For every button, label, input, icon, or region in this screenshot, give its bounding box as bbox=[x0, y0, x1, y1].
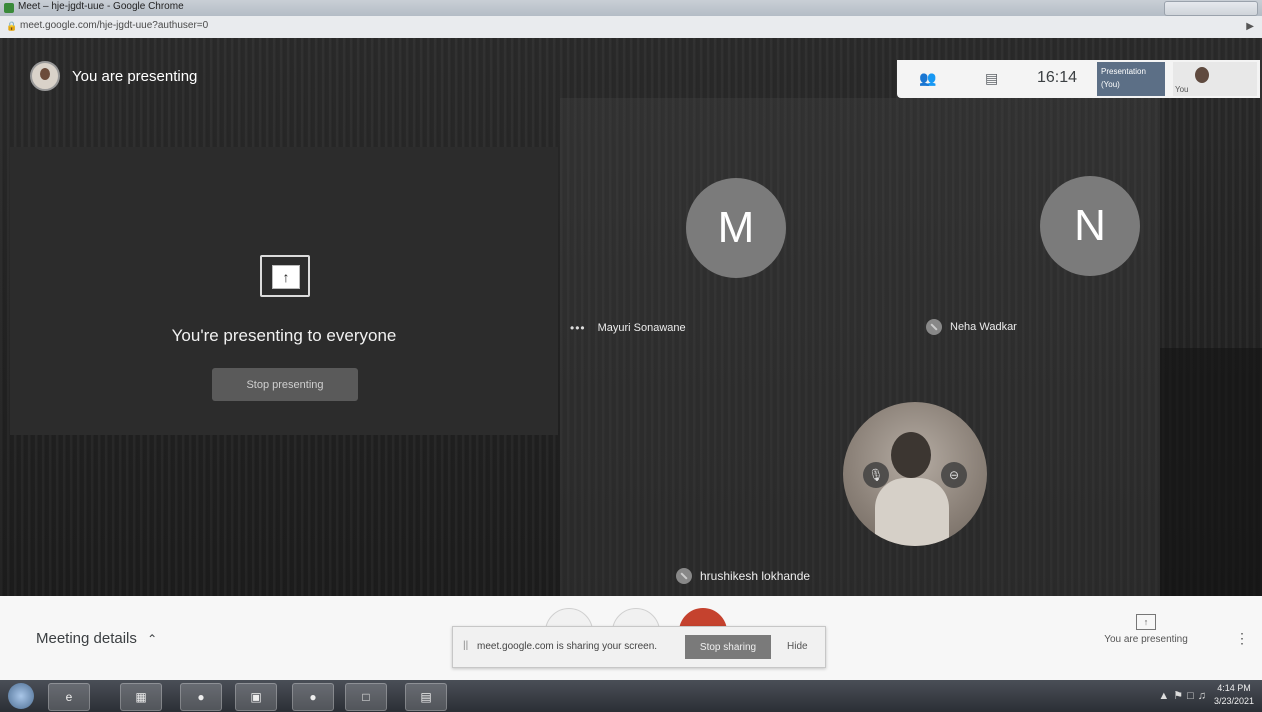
screen-share-notification: || meet.google.com is sharing your scree… bbox=[452, 626, 826, 668]
presenting-title: You are presenting bbox=[72, 67, 198, 85]
more-options-icon[interactable]: ••• bbox=[570, 321, 586, 335]
present-screen-icon: ↑ bbox=[260, 255, 310, 297]
mic-off-icon bbox=[926, 319, 942, 335]
presentation-thumbnail[interactable]: Presentation (You) bbox=[1097, 62, 1165, 96]
self-name-label: hrushikesh lokhande bbox=[676, 568, 810, 584]
system-clock[interactable]: 4:14 PM 3/23/2021 bbox=[1212, 682, 1256, 708]
drag-handle-icon[interactable]: || bbox=[463, 640, 468, 651]
meeting-details-button[interactable]: Meeting details ⌃ bbox=[36, 630, 157, 647]
participant-avatar-n: N bbox=[1040, 176, 1140, 276]
hide-link[interactable]: Hide bbox=[787, 641, 808, 652]
self-view-video: 🎙 ⊖ bbox=[843, 402, 987, 546]
explorer-icon[interactable]: ▦ bbox=[120, 683, 162, 711]
people-icon[interactable]: 👥 bbox=[919, 70, 936, 87]
participant-name-neha: Neha Wadkar bbox=[926, 319, 1017, 335]
present-screen-icon: ↑ bbox=[1136, 614, 1156, 630]
browser-title-bar: Meet – hje-jgdt-uue - Google Chrome bbox=[0, 0, 1262, 16]
chevron-up-icon: ⌃ bbox=[147, 632, 158, 646]
participant-name-mayuri: ••• Mayuri Sonawane bbox=[570, 321, 686, 335]
meeting-top-bar: 👥 ▤ 16:14 Presentation (You) You bbox=[897, 60, 1260, 98]
chat-icon[interactable]: ▤ bbox=[985, 70, 998, 87]
sharing-message: meet.google.com is sharing your screen. bbox=[477, 641, 658, 652]
ie-icon[interactable]: e bbox=[48, 683, 90, 711]
presenting-message: You're presenting to everyone bbox=[171, 326, 397, 345]
app-icon[interactable]: ▣ bbox=[235, 683, 277, 711]
url-text[interactable]: meet.google.com/hje-jgdt-uue?authuser=0 bbox=[20, 20, 208, 31]
stop-presenting-button[interactable]: Stop presenting bbox=[212, 368, 358, 401]
meet-favicon-icon bbox=[4, 3, 14, 13]
bookmark-star-icon[interactable]: ▶ bbox=[1246, 21, 1254, 32]
os-taskbar: e ▦ ● ▣ ● □ ▤ ▲⚑□♫ 4:14 PM 3/23/2021 bbox=[0, 680, 1262, 712]
folder-icon[interactable]: □ bbox=[345, 683, 387, 711]
app-icon[interactable]: ▤ bbox=[405, 683, 447, 711]
window-controls[interactable] bbox=[1164, 1, 1258, 16]
meeting-time: 16:14 bbox=[1037, 69, 1078, 86]
window-title: Meet – hje-jgdt-uue - Google Chrome bbox=[18, 1, 184, 12]
stop-sharing-button[interactable]: Stop sharing bbox=[685, 635, 771, 659]
self-thumbnail[interactable]: You bbox=[1173, 62, 1257, 96]
address-bar[interactable]: 🔒 meet.google.com/hje-jgdt-uue?authuser=… bbox=[0, 16, 1262, 39]
start-button[interactable] bbox=[8, 683, 34, 709]
avatar bbox=[30, 61, 60, 91]
self-minimize-icon[interactable]: ⊖ bbox=[941, 462, 967, 488]
avatar bbox=[1195, 67, 1209, 83]
more-options-icon[interactable]: ⋮ bbox=[1235, 630, 1249, 647]
presenting-header: You are presenting bbox=[30, 58, 197, 94]
system-tray-icons[interactable]: ▲⚑□♫ bbox=[1158, 689, 1210, 702]
chrome-icon[interactable]: ● bbox=[292, 683, 334, 711]
self-mic-icon[interactable]: 🎙 bbox=[863, 462, 889, 488]
lock-icon: 🔒 bbox=[6, 21, 18, 31]
mic-off-icon bbox=[676, 568, 692, 584]
chrome-icon[interactable]: ● bbox=[180, 683, 222, 711]
you-are-presenting-button[interactable]: ↑ You are presenting bbox=[1090, 614, 1202, 645]
participant-avatar-m: M bbox=[686, 178, 786, 278]
meeting-bottom-bar: Meeting details ⌃ || meet.google.com is … bbox=[0, 596, 1262, 680]
